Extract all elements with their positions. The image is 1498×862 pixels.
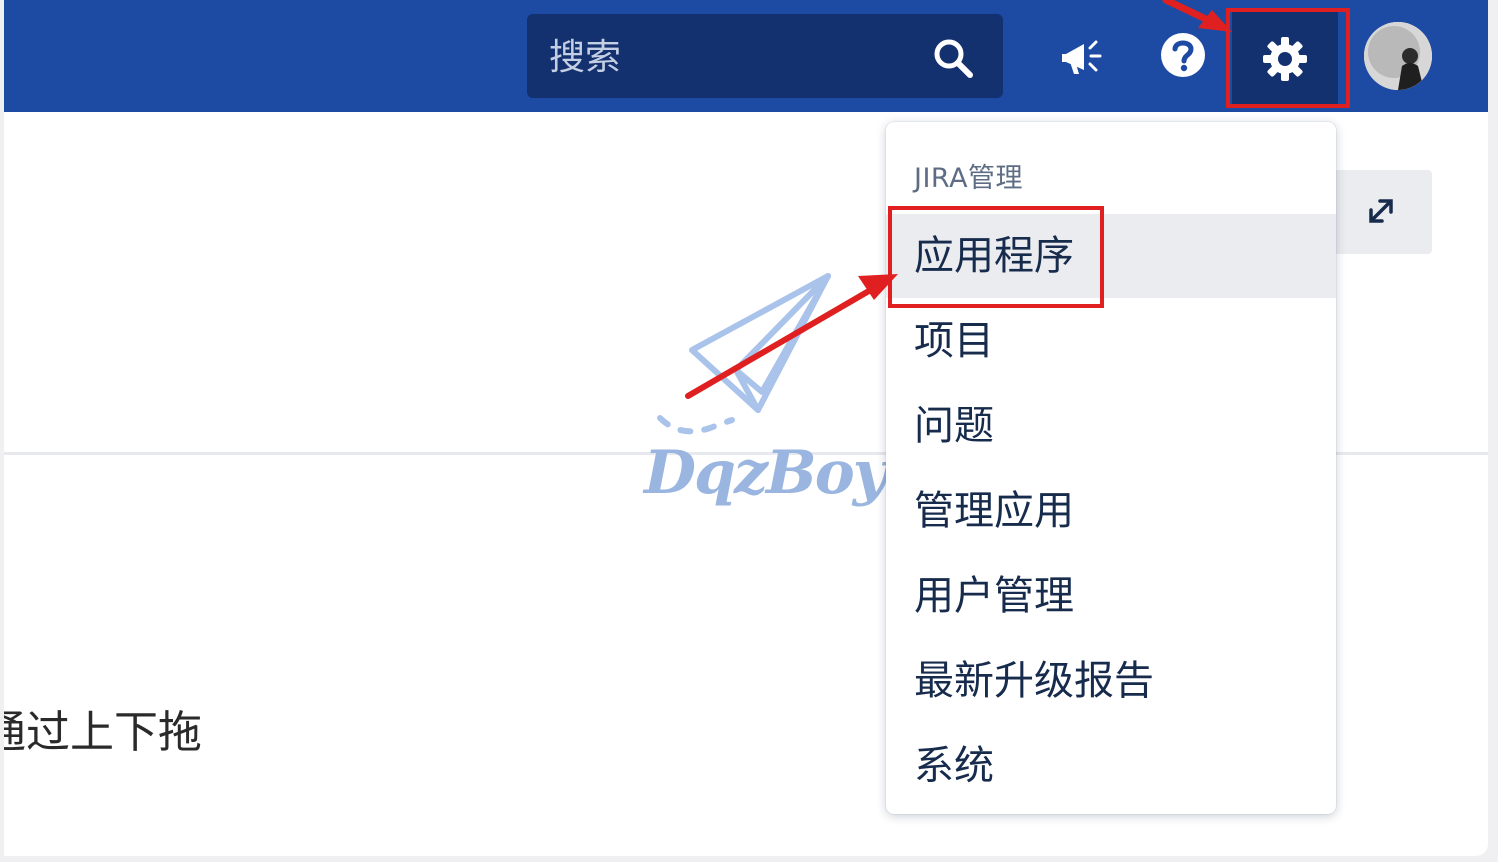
search-box[interactable]: [527, 14, 1003, 98]
admin-dropdown-menu: JIRA管理 应用程序 项目 问题 管理应用 用户管理 最新升级报告 系统: [886, 122, 1336, 814]
menu-item-upgrade-report[interactable]: 最新升级报告: [886, 639, 1336, 723]
menu-heading: JIRA管理: [914, 163, 1024, 194]
user-avatar[interactable]: [1364, 22, 1432, 90]
gear-icon: [1263, 37, 1307, 81]
search-input[interactable]: [547, 32, 911, 82]
megaphone-icon[interactable]: [1056, 30, 1106, 80]
menu-item-system[interactable]: 系统: [886, 724, 1336, 808]
menu-item-issues[interactable]: 问题: [886, 384, 1336, 468]
menu-item-manage-apps[interactable]: 管理应用: [886, 469, 1336, 553]
expand-button[interactable]: [1334, 170, 1432, 254]
menu-item-applications[interactable]: 应用程序: [886, 214, 1336, 298]
app-frame: 通过上下拖 DqzBoy JIRA管理 应用程序 项目 问题 管理应用 用户管理…: [4, 0, 1488, 856]
settings-button[interactable]: [1232, 10, 1338, 108]
menu-item-projects[interactable]: 项目: [886, 299, 1336, 383]
top-navigation-bar: [4, 0, 1488, 112]
watermark-text: DqzBoy: [644, 438, 888, 508]
search-icon[interactable]: [931, 36, 975, 80]
menu-item-user-management[interactable]: 用户管理: [886, 554, 1336, 638]
drag-instruction-text: 通过上下拖: [4, 707, 202, 758]
expand-icon: [1369, 199, 1393, 223]
help-icon[interactable]: [1158, 30, 1208, 80]
